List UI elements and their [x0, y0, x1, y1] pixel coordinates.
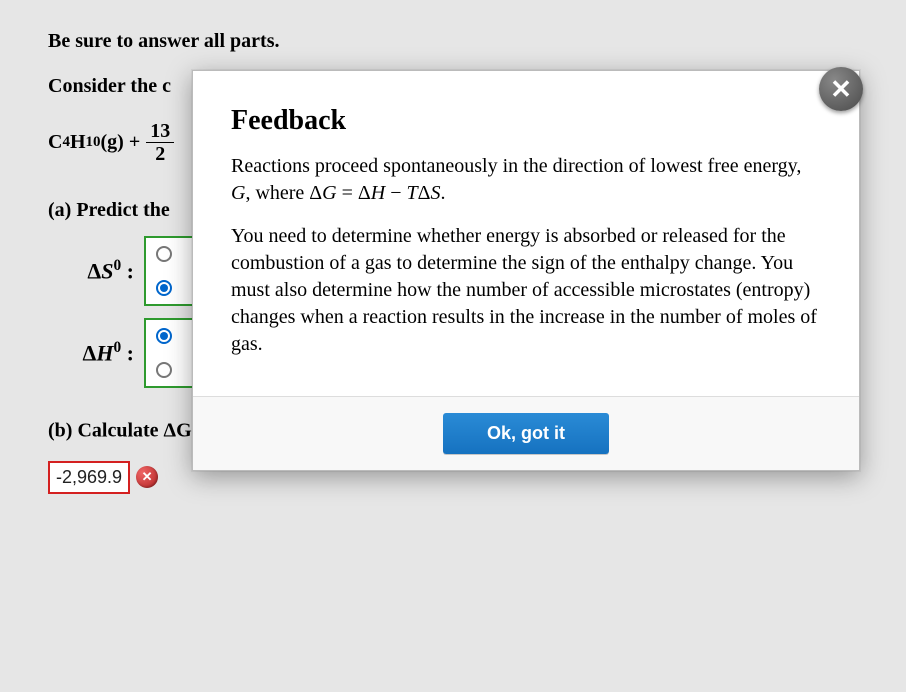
delta-s-option-0[interactable] [156, 246, 172, 262]
p1-gv: G [322, 182, 336, 204]
eq-frac-num: 13 [146, 120, 174, 143]
p1-eq: = Δ [337, 182, 371, 204]
p1-end: . [441, 182, 446, 204]
p1-a: Reactions proceed spontaneously in the d… [231, 155, 801, 177]
eq-frac-den: 2 [151, 143, 169, 165]
eq-fraction: 13 2 [146, 120, 174, 165]
answer-input[interactable]: -2,969.9 [48, 461, 130, 494]
delta-h-label: ΔH0 : [48, 339, 144, 366]
eq-c: C [48, 131, 62, 154]
delta-s-label: ΔS0 : [48, 257, 144, 284]
delta-s-option-1[interactable] [156, 280, 172, 296]
feedback-modal: ✕ Feedback Reactions proceed spontaneous… [192, 70, 860, 471]
modal-paragraph-1: Reactions proceed spontaneously in the d… [231, 153, 821, 207]
eq-sub2: 10 [86, 134, 101, 151]
p1-b: , where Δ [245, 182, 322, 204]
modal-paragraph-2: You need to determine whether energy is … [231, 223, 821, 358]
p1-h: H [371, 182, 385, 204]
modal-title: Feedback [231, 105, 821, 137]
instruction-text: Be sure to answer all parts. [48, 30, 858, 53]
eq-h: H [70, 131, 86, 154]
close-icon[interactable]: ✕ [819, 67, 863, 111]
delta-h-option-1[interactable] [156, 362, 172, 378]
delta-s-colon: : [121, 259, 134, 284]
p1-g: G [231, 182, 245, 204]
ok-button[interactable]: Ok, got it [443, 413, 609, 454]
delta-h-colon: : [121, 341, 134, 366]
p1-s: S [431, 182, 441, 204]
eq-state: (g) + [101, 131, 141, 154]
p1-ds: Δ [418, 182, 431, 204]
incorrect-icon: ✕ [136, 466, 158, 488]
p1-minus: − [385, 182, 406, 204]
part-b-prefix: (b) Calculate ΔG [48, 420, 192, 442]
eq-sub1: 4 [62, 134, 70, 151]
p1-t: T [407, 182, 418, 204]
delta-h-option-0[interactable] [156, 328, 172, 344]
modal-footer: Ok, got it [193, 396, 859, 470]
